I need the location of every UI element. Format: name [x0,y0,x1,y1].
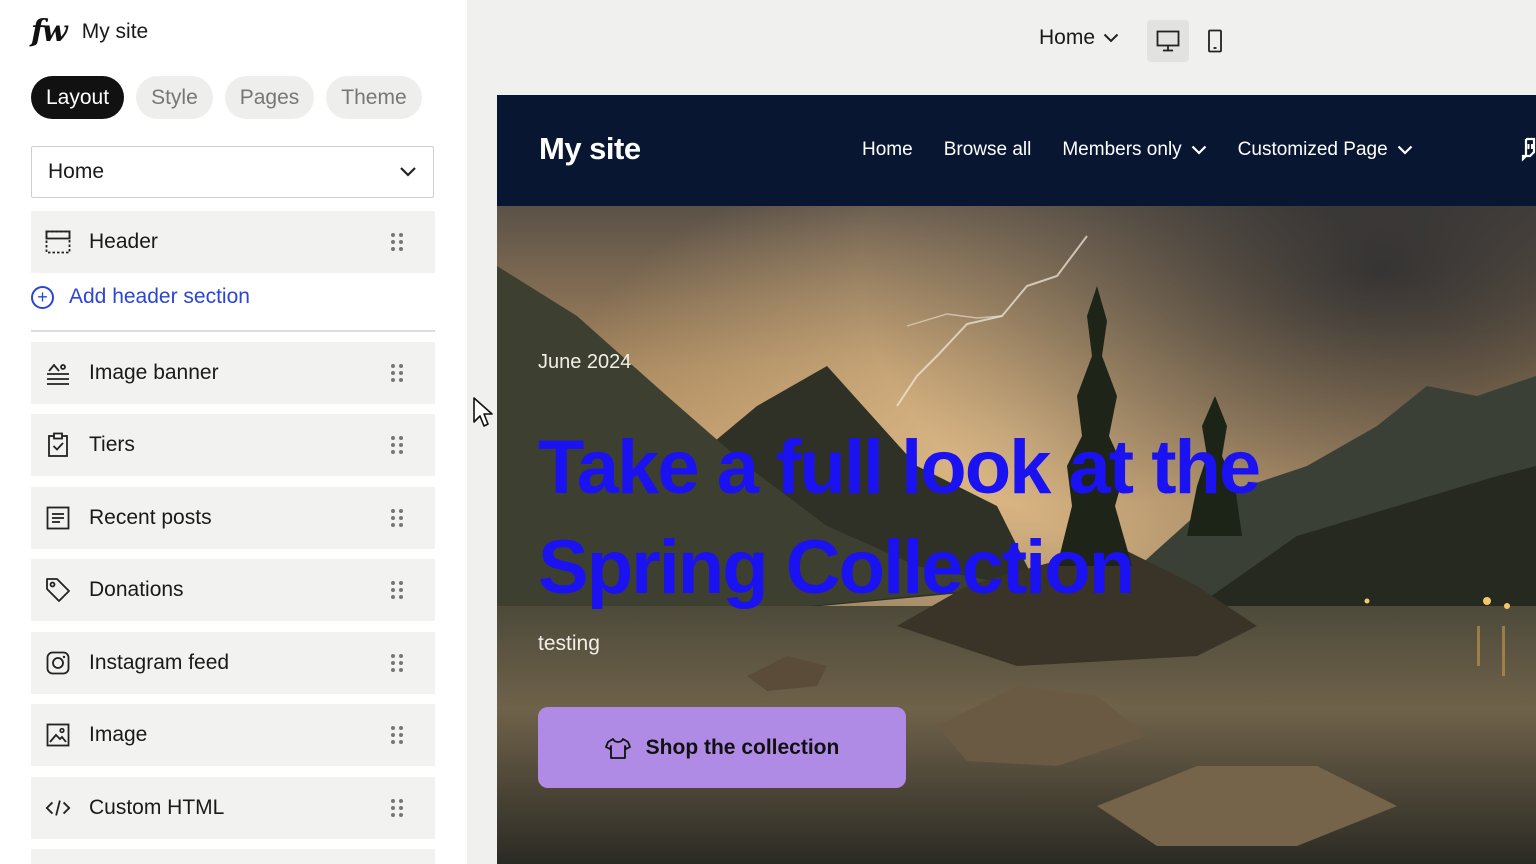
page-select[interactable]: Home [31,146,434,198]
section-label: Image [89,723,148,746]
drag-handle-icon[interactable] [391,726,403,744]
site-preview: My site Home Browse all Members only Cus… [497,95,1536,864]
drag-handle-icon[interactable] [391,364,403,382]
divider [31,330,435,332]
instagram-icon [45,650,71,676]
section-more[interactable] [31,849,435,864]
section-custom-html[interactable]: Custom HTML [31,777,435,839]
nav-link-browse-all[interactable]: Browse all [944,139,1032,161]
section-image-banner[interactable]: Image banner [31,342,435,404]
chevron-down-icon [1397,145,1412,155]
section-label: Image banner [89,361,219,384]
sidebar-tabs: Layout Style Pages Theme [31,76,422,119]
nav-label: Members only [1062,139,1182,160]
image-banner-icon [45,360,71,386]
desktop-view-button[interactable] [1147,20,1189,62]
section-recent-posts[interactable]: Recent posts [31,487,435,549]
section-label: Instagram feed [89,651,230,674]
site-title[interactable]: My site [539,131,641,167]
drag-handle-icon[interactable] [391,509,403,527]
mobile-phone-icon [1208,29,1222,53]
add-header-label: Add header section [69,285,250,308]
chevron-down-icon [1103,33,1119,43]
nav-link-customized-page[interactable]: Customized Page [1238,139,1413,161]
section-donations[interactable]: Donations [31,559,435,621]
shop-the-collection-button[interactable]: Shop the collection [538,707,906,788]
preview-toolbar: Home [467,0,1536,82]
section-tiers[interactable]: Tiers [31,414,435,476]
mobile-view-button[interactable] [1194,20,1236,62]
page-select-value: Home [48,160,105,183]
desktop-monitor-icon [1156,30,1180,52]
section-label: Recent posts [89,506,212,529]
site-navigation: Home Browse all Members only Customized … [862,139,1444,161]
recent-posts-icon [45,505,71,531]
preview-page-label: Home [1039,26,1096,49]
tiers-clipboard-icon [45,432,71,458]
section-label: Header [89,230,158,253]
section-label: Donations [89,578,184,601]
section-header[interactable]: Header [31,211,435,273]
mouse-cursor-icon [473,397,493,427]
tab-style[interactable]: Style [136,76,213,119]
section-label: Tiers [89,433,135,456]
twitch-icon[interactable] [1512,137,1536,163]
tshirt-icon [604,737,631,759]
tab-theme[interactable]: Theme [326,76,422,119]
drag-handle-icon[interactable] [391,581,403,599]
tab-pages[interactable]: Pages [224,76,315,119]
cta-label: Shop the collection [645,735,840,759]
image-icon [45,722,71,748]
drag-handle-icon[interactable] [391,654,403,672]
section-label: Custom HTML [89,796,225,819]
tag-icon [45,577,71,603]
tab-layout[interactable]: Layout [31,76,125,119]
section-instagram-feed[interactable]: Instagram feed [31,632,435,694]
editor-sidebar: fw My site Layout Style Pages Theme Home… [0,0,467,864]
site-header: My site Home Browse all Members only Cus… [497,95,1536,206]
drag-handle-icon[interactable] [391,233,403,251]
site-name: My site [81,20,149,43]
add-header-section-button[interactable]: + Add header section [31,285,250,309]
nav-label: Home [862,139,913,160]
fourthwall-logo[interactable]: fw [31,17,68,47]
preview-page-dropdown[interactable]: Home [1039,26,1119,50]
brand: fw My site [31,17,149,47]
code-icon [45,795,71,821]
nav-label: Customized Page [1237,139,1388,160]
nav-link-members-only[interactable]: Members only [1062,139,1206,161]
nav-link-home[interactable]: Home [862,139,913,161]
image-banner-hero: June 2024 Take a full look at the Spring… [497,206,1536,864]
drag-handle-icon[interactable] [391,436,403,454]
plus-circle-icon: + [31,285,54,309]
header-layout-icon [45,229,71,255]
hero-date: June 2024 [538,351,632,373]
section-image[interactable]: Image [31,704,435,766]
hero-subtitle: testing [538,632,600,655]
chevron-down-icon [1191,145,1206,155]
hero-title: Take a full look at the Spring Collectio… [538,425,1261,610]
drag-handle-icon[interactable] [391,799,403,817]
chevron-down-icon [400,167,416,177]
nav-label: Browse all [943,139,1032,160]
